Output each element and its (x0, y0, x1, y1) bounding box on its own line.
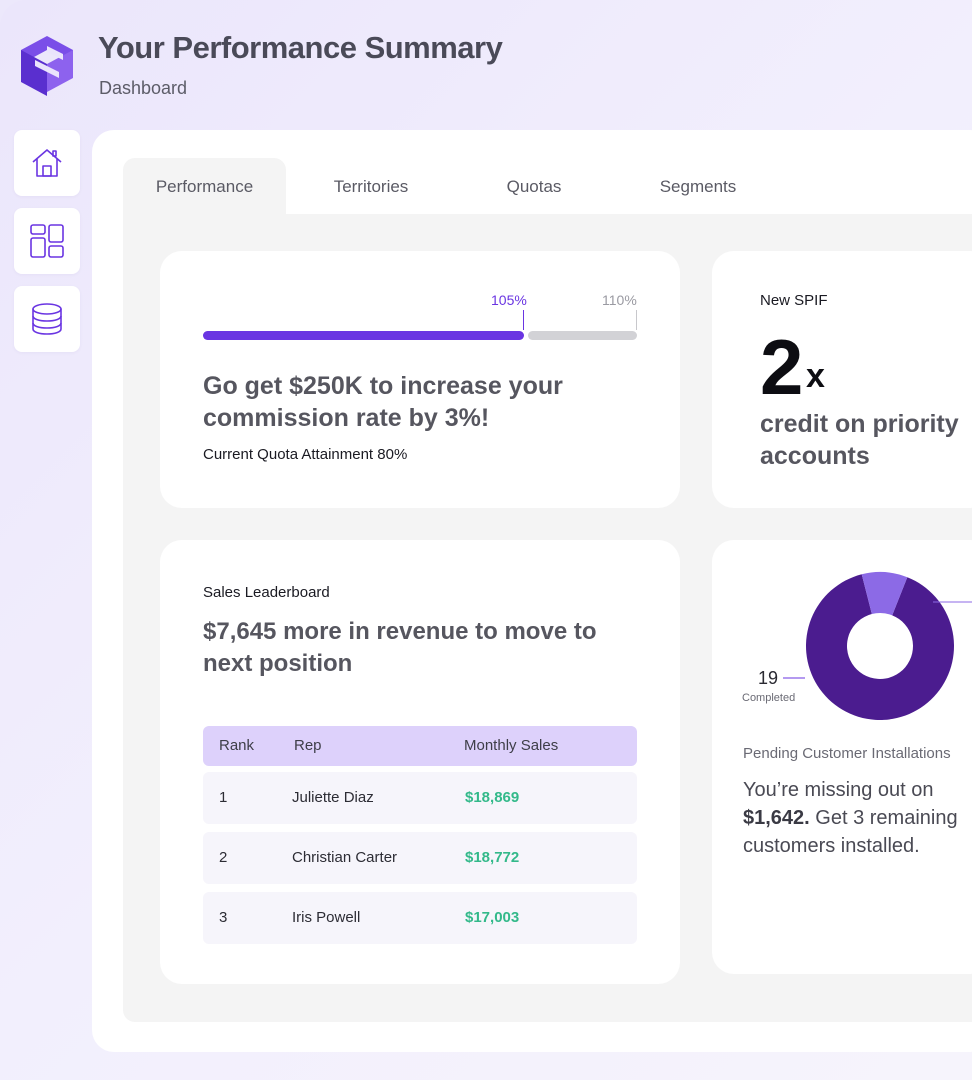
tab-quotas[interactable]: Quotas (463, 158, 605, 216)
tab-performance[interactable]: Performance (123, 158, 286, 216)
tab-segments[interactable]: Segments (623, 158, 773, 216)
spif-description: credit on priority accounts (760, 408, 959, 472)
tab-bar: Performance Territories Quotas Segments (123, 158, 972, 216)
spif-desc-line2: accounts (760, 442, 870, 470)
spif-label: New SPIF (760, 292, 828, 309)
progress-fill (203, 331, 524, 340)
row-sales: $18,869 (465, 789, 520, 806)
column-header-monthly-sales[interactable]: Monthly Sales (464, 737, 558, 754)
leaderboard-headline-line1: $7,645 more in revenue to move to (203, 618, 597, 645)
column-header-rep[interactable]: Rep (294, 737, 322, 754)
missing-line1: You’re missing out on (743, 779, 934, 801)
missing-out-message: You’re missing out on $1,642. Get 3 rema… (743, 776, 972, 860)
spif-multiplier: 2 (760, 323, 804, 411)
layout-grid-icon (30, 224, 64, 258)
donut-callout-lines (783, 601, 972, 679)
leaderboard-label: Sales Leaderboard (203, 584, 330, 601)
sidebar-item-database[interactable] (14, 286, 80, 352)
progress-track (528, 331, 637, 340)
marker-current-tick (523, 310, 524, 330)
leaderboard-headline-line2: next position (203, 650, 353, 677)
page-title: Your Performance Summary (98, 30, 503, 65)
marker-current-label: 105% (491, 292, 527, 308)
sidebar-item-home[interactable] (14, 130, 80, 196)
quota-headline-line1: Go get $250K to increase your (203, 372, 563, 400)
quota-headline: Go get $250K to increase your commission… (203, 370, 563, 434)
row-rank: 3 (219, 909, 228, 926)
sidebar-item-layout[interactable] (14, 208, 80, 274)
missing-amount: $1,642. (743, 807, 810, 829)
pending-installations-label: Pending Customer Installations (743, 745, 951, 762)
tab-territories[interactable]: Territories (299, 158, 443, 216)
leaderboard-table-header: Rank Rep Monthly Sales (203, 726, 637, 766)
quota-headline-line2: commission rate by 3%! (203, 404, 490, 432)
marker-next-tick (636, 310, 637, 330)
table-row[interactable]: 2 Christian Carter $18,772 (203, 832, 637, 884)
row-rank: 2 (219, 849, 228, 866)
brand-logo-icon (21, 36, 73, 96)
completed-count: 19 (758, 668, 779, 688)
missing-line3: customers installed. (743, 835, 920, 857)
row-rep: Iris Powell (292, 909, 361, 926)
column-header-rank[interactable]: Rank (219, 737, 254, 754)
row-rank: 1 (219, 789, 228, 806)
database-icon (32, 303, 62, 335)
row-sales: $17,003 (465, 909, 520, 926)
row-rep: Juliette Diaz (292, 789, 374, 806)
leaderboard-headline: $7,645 more in revenue to move to next p… (203, 616, 596, 680)
marker-next-label: 110% (602, 292, 637, 308)
page-subtitle: Dashboard (99, 78, 188, 98)
quota-attainment: Current Quota Attainment 80% (203, 446, 408, 463)
spif-desc-line1: credit on priority (760, 410, 959, 438)
table-row[interactable]: 3 Iris Powell $17,003 (203, 892, 637, 944)
row-sales: $18,772 (465, 849, 520, 866)
missing-line2: $1,642. Get 3 remaining (743, 804, 972, 832)
missing-rest: Get 3 remaining (809, 807, 958, 829)
home-icon (32, 149, 62, 177)
row-rep: Christian Carter (292, 849, 398, 866)
table-row[interactable]: 1 Juliette Diaz $18,869 (203, 772, 637, 824)
quota-progress: 105% 110% (203, 292, 637, 342)
completed-label: Completed (742, 692, 796, 704)
spif-multiplier-suffix: x (806, 357, 825, 395)
